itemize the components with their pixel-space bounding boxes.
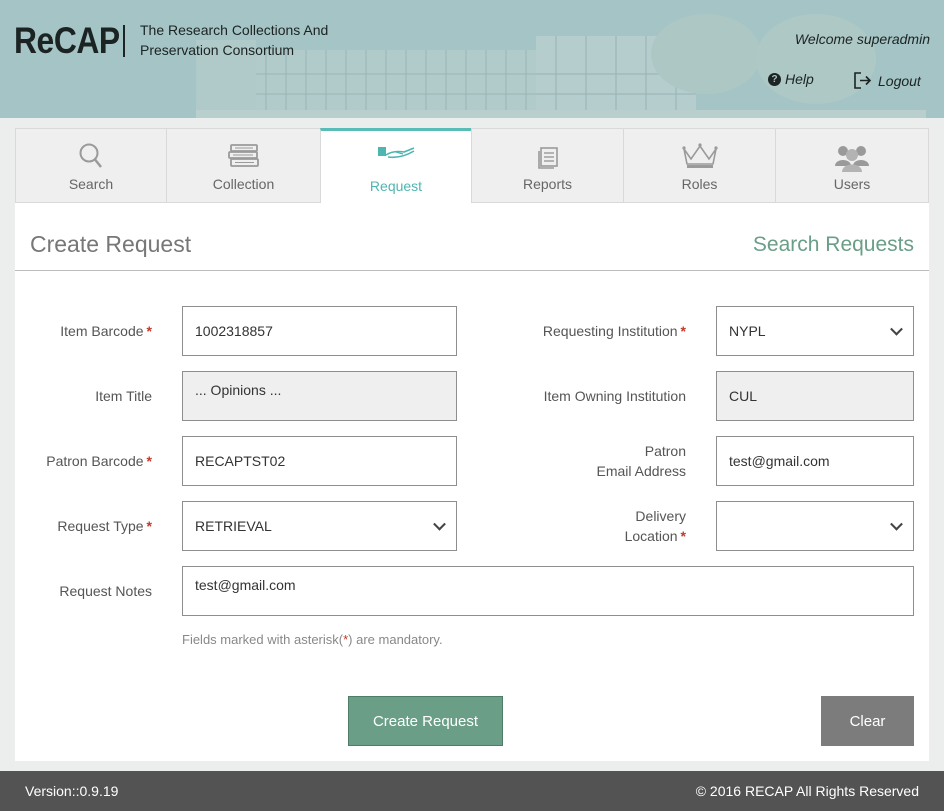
request-type-label: Request Type *: [57, 518, 152, 534]
hand-book-icon: [378, 147, 415, 159]
tab-users[interactable]: Users: [775, 128, 929, 203]
tab-reports-label: Reports: [522, 176, 573, 192]
tagline-line-2: Preservation Consortium: [140, 42, 295, 58]
copyright-text: © 2016 RECAP All Rights Reserved: [695, 783, 919, 799]
patron-barcode-label: Patron Barcode *: [46, 453, 152, 469]
tab-search-label: Search: [68, 176, 114, 192]
version-text: Version::0.9.19: [25, 783, 119, 799]
logout-link[interactable]: Logout: [853, 71, 921, 90]
header: ReCAP The Research Collections And Prese…: [0, 0, 944, 118]
request-notes-textarea[interactable]: test@gmail.com: [182, 566, 914, 616]
title-divider: [15, 270, 929, 271]
tab-users-label: Users: [833, 176, 871, 192]
main-tabs: Search Collection Request Reports Roles …: [15, 128, 929, 204]
request-notes-label: Request Notes: [59, 583, 152, 599]
tab-roles-label: Roles: [681, 176, 718, 192]
request-type-select[interactable]: RETRIEVAL: [182, 501, 457, 551]
owning-institution-field: CUL: [716, 371, 914, 421]
users-icon: [835, 146, 869, 172]
welcome-message: Welcome superadmin: [794, 31, 930, 47]
footer: Version::0.9.19 © 2016 RECAP All Rights …: [0, 771, 944, 811]
item-title-label: Item Title: [95, 388, 152, 404]
help-link[interactable]: ? Help: [768, 71, 814, 87]
chevron-down-icon: [890, 517, 903, 531]
recap-logo: ReCAP: [14, 20, 120, 61]
tab-roles[interactable]: Roles: [623, 128, 776, 203]
search-icon: [79, 143, 102, 168]
item-barcode-label: Item Barcode *: [60, 323, 152, 339]
tab-collection[interactable]: Collection: [166, 128, 321, 203]
patron-barcode-field[interactable]: RECAPTST02: [182, 436, 457, 486]
clear-button[interactable]: Clear: [821, 696, 914, 746]
logout-icon: [854, 72, 872, 89]
required-marker: *: [146, 518, 152, 534]
requesting-institution-select[interactable]: NYPL: [716, 306, 914, 356]
chevron-down-icon: [890, 322, 903, 336]
delivery-location-label: Delivery Location *: [624, 508, 686, 544]
required-marker: *: [146, 453, 152, 469]
tab-collection-label: Collection: [212, 176, 275, 192]
search-requests-link[interactable]: Search Requests: [753, 233, 914, 257]
create-request-button[interactable]: Create Request: [348, 696, 503, 746]
tab-reports[interactable]: Reports: [471, 128, 624, 203]
item-barcode-field[interactable]: 1002318857: [182, 306, 457, 356]
item-title-field: ... Opinions ...: [182, 371, 457, 421]
required-marker: *: [146, 323, 152, 339]
logo-divider: [123, 25, 125, 57]
document-icon: [537, 147, 558, 169]
delivery-location-select[interactable]: [716, 501, 914, 551]
patron-email-field[interactable]: test@gmail.com: [716, 436, 914, 486]
required-marker: *: [680, 323, 686, 339]
mandatory-note: Fields marked with asterisk(*) are manda…: [182, 632, 443, 647]
tab-request-label: Request: [369, 178, 423, 194]
tab-request[interactable]: Request: [320, 128, 472, 204]
logout-label: Logout: [878, 72, 921, 89]
required-marker: *: [680, 528, 686, 544]
question-circle-icon: ?: [768, 72, 781, 86]
page-title: Create Request: [30, 231, 192, 257]
tagline: The Research Collections And Preservatio…: [140, 20, 340, 60]
tab-search[interactable]: Search: [15, 128, 167, 203]
books-icon: [227, 144, 259, 167]
requesting-institution-label: Requesting Institution *: [542, 323, 686, 339]
chevron-down-icon: [433, 517, 446, 531]
help-label: Help: [785, 71, 814, 87]
owning-institution-label: Item Owning Institution: [543, 388, 686, 404]
tagline-line-1: The Research Collections And: [140, 22, 329, 38]
crown-icon: [681, 143, 718, 168]
patron-email-label: Patron Email Address: [596, 443, 686, 479]
create-request-panel: Create Request Search Requests Item Barc…: [15, 203, 929, 761]
